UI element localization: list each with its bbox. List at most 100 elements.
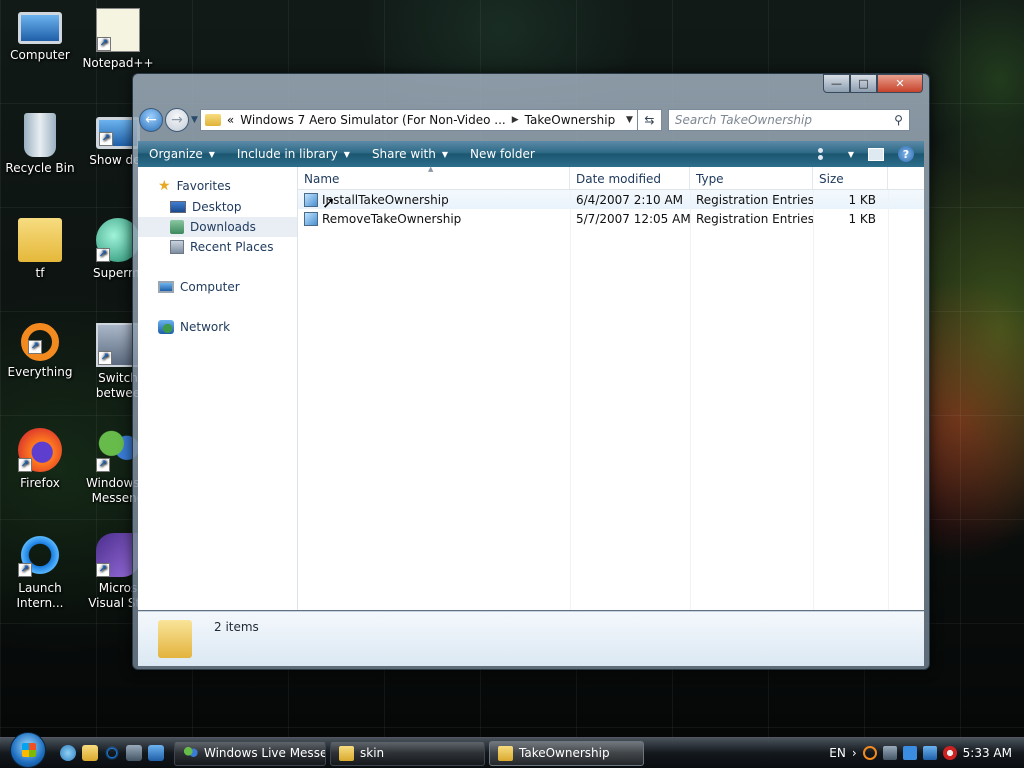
- chevron-right-icon[interactable]: ›: [852, 746, 857, 760]
- navigation-pane: ★ Favorites Desktop Downloads Recent Pla…: [138, 167, 298, 610]
- desktop-icon-notepad[interactable]: ↗ Notepad++: [78, 8, 158, 71]
- nav-item-label: Desktop: [192, 200, 242, 214]
- messenger-icon: [183, 745, 198, 761]
- folder-icon: [204, 114, 221, 126]
- computer-icon: [158, 281, 174, 293]
- switch-windows-icon[interactable]: [882, 746, 897, 760]
- column-header-type[interactable]: Type: [690, 167, 813, 189]
- folder-icon: [498, 745, 513, 761]
- sort-ascending-icon: ▲: [428, 165, 434, 173]
- arrow-right-icon: →: [171, 112, 183, 128]
- internet-explorer-icon[interactable]: [104, 745, 120, 761]
- search-input[interactable]: Search TakeOwnership ⚲: [667, 109, 910, 131]
- folder-icon: [158, 620, 192, 658]
- nav-item-recent-places[interactable]: Recent Places: [138, 237, 297, 257]
- desktop-icon-label: Launch Intern...: [16, 581, 64, 610]
- breadcrumb-separator-icon[interactable]: ▶: [512, 115, 519, 125]
- taskbar-button-skin[interactable]: skin: [330, 740, 485, 766]
- nav-item-desktop[interactable]: Desktop: [138, 197, 297, 217]
- caption-buttons: — □ ✕: [823, 74, 923, 93]
- file-date: 5/7/2007 12:05 AM: [576, 211, 690, 226]
- desktop-icon-everything[interactable]: ↗ Everything: [0, 323, 80, 380]
- organize-label: Organize: [149, 147, 203, 161]
- desktop-icon-computer[interactable]: Computer: [0, 8, 80, 63]
- desktop-icon-label: Everything: [7, 365, 73, 379]
- chevron-down-icon: ▼: [441, 149, 448, 159]
- column-header-name[interactable]: Name: [298, 167, 570, 189]
- explorer-body: ★ Favorites Desktop Downloads Recent Pla…: [138, 165, 924, 610]
- include-in-library-label: Include in library: [236, 147, 338, 161]
- folder-icon[interactable]: [82, 745, 98, 761]
- nav-item-computer[interactable]: Computer: [138, 277, 297, 297]
- taskbar-button-takeownership[interactable]: TakeOwnership: [489, 740, 644, 766]
- column-divider: [888, 190, 889, 610]
- start-button[interactable]: [10, 732, 46, 768]
- desktop-icon-label: Recycle Bin: [5, 161, 75, 175]
- organize-button[interactable]: Organize ▼: [138, 147, 226, 161]
- search-placeholder: Search TakeOwnership: [674, 113, 812, 127]
- address-overflow-chevron[interactable]: «: [227, 113, 234, 127]
- network-icon: [158, 320, 174, 334]
- internet-explorer-icon: ↗: [18, 533, 62, 577]
- network-icon[interactable]: [922, 746, 937, 760]
- toolbar-right: ▼ ?: [817, 146, 924, 162]
- column-header-date-modified[interactable]: Date modified: [570, 167, 690, 189]
- switch-user-icon[interactable]: [60, 745, 76, 761]
- back-button[interactable]: ←: [139, 108, 163, 132]
- switch-windows-icon[interactable]: [126, 745, 142, 761]
- everything-icon: ↗: [21, 323, 59, 361]
- refresh-button[interactable]: ⇆: [637, 109, 662, 131]
- forward-button[interactable]: →: [165, 108, 189, 132]
- nav-item-favorites[interactable]: ★ Favorites: [138, 175, 297, 197]
- language-indicator[interactable]: EN: [829, 746, 846, 760]
- desktop-icon-label: Firefox: [20, 476, 60, 490]
- share-with-label: Share with: [371, 147, 436, 161]
- column-divider: [690, 190, 691, 610]
- new-folder-button[interactable]: New folder: [459, 147, 546, 161]
- close-button[interactable]: ✕: [877, 74, 923, 93]
- clock[interactable]: 5:33 AM: [963, 746, 1012, 760]
- desktop-icon-recycle-bin[interactable]: Recycle Bin: [0, 113, 80, 176]
- app-tray-icon[interactable]: [902, 746, 917, 760]
- desktop-icon-firefox[interactable]: ↗ Firefox: [0, 428, 80, 491]
- everything-icon[interactable]: [862, 746, 877, 760]
- address-dropdown-button[interactable]: ▼: [626, 115, 633, 125]
- search-icon[interactable]: ⚲: [894, 113, 903, 127]
- registry-file-icon: [304, 211, 318, 226]
- file-type: Registration Entries: [696, 192, 813, 207]
- show-desktop-icon[interactable]: [148, 745, 164, 761]
- folder-icon: [18, 218, 62, 262]
- file-size: 1 KB: [848, 192, 876, 207]
- file-row[interactable]: InstallTakeOwnership 6/4/2007 2:10 AM Re…: [298, 190, 924, 209]
- breadcrumb-item[interactable]: Windows 7 Aero Simulator (For Non-Video …: [240, 113, 505, 127]
- taskbar-button-messenger[interactable]: Windows Live Messe...: [174, 740, 326, 766]
- share-with-button[interactable]: Share with ▼: [361, 147, 459, 161]
- recent-pages-button[interactable]: ▼: [191, 115, 198, 125]
- file-name: RemoveTakeOwnership: [322, 211, 462, 226]
- column-headers: Name Date modified Type Size: [298, 167, 924, 190]
- views-icon[interactable]: [817, 148, 834, 160]
- include-in-library-button[interactable]: Include in library ▼: [226, 147, 361, 161]
- desktop-icon-internet-explorer[interactable]: ↗ Launch Intern...: [0, 533, 80, 611]
- nav-item-label: Computer: [180, 280, 240, 294]
- breadcrumb-item[interactable]: TakeOwnership: [525, 113, 616, 127]
- new-folder-label: New folder: [470, 147, 535, 161]
- file-row[interactable]: RemoveTakeOwnership 5/7/2007 12:05 AM Re…: [298, 209, 924, 228]
- star-icon: ★: [158, 178, 171, 194]
- preview-pane-icon[interactable]: [868, 147, 884, 161]
- mouse-cursor-icon: ➚: [322, 193, 336, 212]
- chevron-down-icon[interactable]: ▼: [848, 150, 854, 159]
- nav-item-downloads[interactable]: Downloads: [138, 217, 297, 237]
- desktop-icon-tf[interactable]: tf: [0, 218, 80, 281]
- help-icon[interactable]: ?: [898, 146, 914, 162]
- column-divider: [813, 190, 814, 610]
- maximize-button[interactable]: □: [850, 74, 877, 93]
- task-label: TakeOwnership: [519, 746, 610, 760]
- address-box[interactable]: « Windows 7 Aero Simulator (For Non-Vide…: [199, 109, 638, 131]
- column-header-size[interactable]: Size: [813, 167, 888, 189]
- minimize-button[interactable]: —: [823, 74, 850, 93]
- volume-muted-icon[interactable]: [942, 746, 957, 760]
- nav-item-network[interactable]: Network: [138, 317, 297, 337]
- recycle-bin-icon: [24, 113, 56, 157]
- explorer-window[interactable]: — □ ✕ ← → ▼ « Windows 7 Aero Simulator (…: [132, 73, 930, 670]
